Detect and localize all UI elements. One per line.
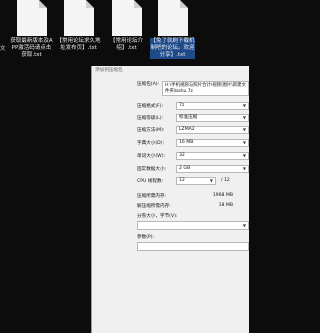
dialog-title: 添加到压缩包 <box>95 68 123 73</box>
word-label: 单词大小(W): <box>137 154 166 159</box>
word-row: 单词大小(W): 32 ▼ <box>137 152 249 160</box>
chevron-down-icon: ▼ <box>242 127 246 132</box>
cpu-label: CPU 线程数: <box>137 179 164 184</box>
chevron-down-icon: ▼ <box>209 178 213 183</box>
split-select[interactable]: ▼ <box>137 221 249 230</box>
chevron-down-icon: ▼ <box>242 115 246 120</box>
chevron-down-icon: ▼ <box>242 103 246 108</box>
format-label: 压缩格式(F): <box>137 104 164 109</box>
format-select[interactable]: 7z ▼ <box>176 102 249 110</box>
method-row: 压缩方法(M): LZMA2 ▼ <box>137 126 249 134</box>
file-forum-intro[interactable]: 【常用论坛介绍】.txt <box>104 0 149 52</box>
archive-label: 压缩包(A): <box>137 82 160 87</box>
add-to-archive-dialog: 添加到压缩包 压缩包(A): H:\手机视频与照片合计\视频\图片\新建文件夹\… <box>91 66 249 333</box>
chevron-down-icon: ▼ <box>242 166 246 171</box>
method-label: 压缩方法(M): <box>137 128 165 133</box>
text-file-icon <box>63 0 94 36</box>
word-select[interactable]: 32 ▼ <box>176 152 249 160</box>
solid-label: 固实数据大小: <box>137 167 167 172</box>
params-input[interactable] <box>137 242 249 251</box>
chevron-down-icon: ▼ <box>242 223 246 228</box>
mem-decomp-row: 解压缩所需内存: 18 MB <box>137 203 249 209</box>
file-free-forum[interactable]: 【免了就刷下载机制吧的论坛。欢迎分享】.txt <box>150 0 195 59</box>
solid-select[interactable]: 2 GB ▼ <box>176 165 249 173</box>
mem-comp-row: 压缩所需内存: 1968 MB <box>137 193 249 199</box>
file-label: 获取最新版本及APP激活码请点击获取.txt <box>10 38 53 58</box>
text-file-icon <box>157 0 188 36</box>
chevron-down-icon: ▼ <box>242 153 246 158</box>
partial-file-label: 文 <box>0 46 6 52</box>
level-select[interactable]: 标准压缩 ▼ <box>176 114 249 122</box>
solid-row: 固实数据大小: 2 GB ▼ <box>137 165 249 173</box>
file-forum-address[interactable]: 【常用论坛求久地址发布页】.txt <box>56 0 101 52</box>
chevron-down-icon: ▼ <box>242 140 246 145</box>
file-label: 【常用论坛求久地址发布页】.txt <box>56 38 101 51</box>
mem-comp-label: 压缩所需内存: <box>137 194 167 199</box>
archive-path-input[interactable]: H:\手机视频与照片合计\视频\图片\新建文件夹\bahu.7z <box>162 81 249 96</box>
cpu-select[interactable]: 12 ▼ <box>176 177 216 185</box>
mem-comp-value: 1968 MB <box>212 193 233 198</box>
format-row: 压缩格式(F): 7z ▼ <box>137 102 249 110</box>
params-label: 参数(P): <box>137 235 155 240</box>
file-label: 【免了就刷下载机制吧的论坛。欢迎分享】.txt <box>150 38 195 59</box>
cpu-row: CPU 线程数: 12 ▼ / 12 <box>137 177 249 185</box>
text-file-icon <box>111 0 142 36</box>
split-label: 分卷大小，字节(V): <box>137 214 178 219</box>
mem-decomp-value: 18 MB <box>218 203 233 208</box>
dict-select[interactable]: 16 MB ▼ <box>176 139 249 147</box>
method-select[interactable]: LZMA2 ▼ <box>176 126 249 134</box>
dict-label: 字典大小(D): <box>137 141 165 146</box>
text-file-icon <box>16 0 47 36</box>
dict-row: 字典大小(D): 16 MB ▼ <box>137 139 249 147</box>
level-label: 压缩等级(L): <box>137 116 164 121</box>
cpu-max: / 12 <box>221 178 230 183</box>
file-label: 【常用论坛介绍】.txt <box>109 38 143 51</box>
file-get-latest[interactable]: 获取最新版本及APP激活码请点击获取.txt <box>9 0 54 59</box>
mem-decomp-label: 解压缩所需内存: <box>137 204 171 209</box>
level-row: 压缩等级(L): 标准压缩 ▼ <box>137 114 249 122</box>
